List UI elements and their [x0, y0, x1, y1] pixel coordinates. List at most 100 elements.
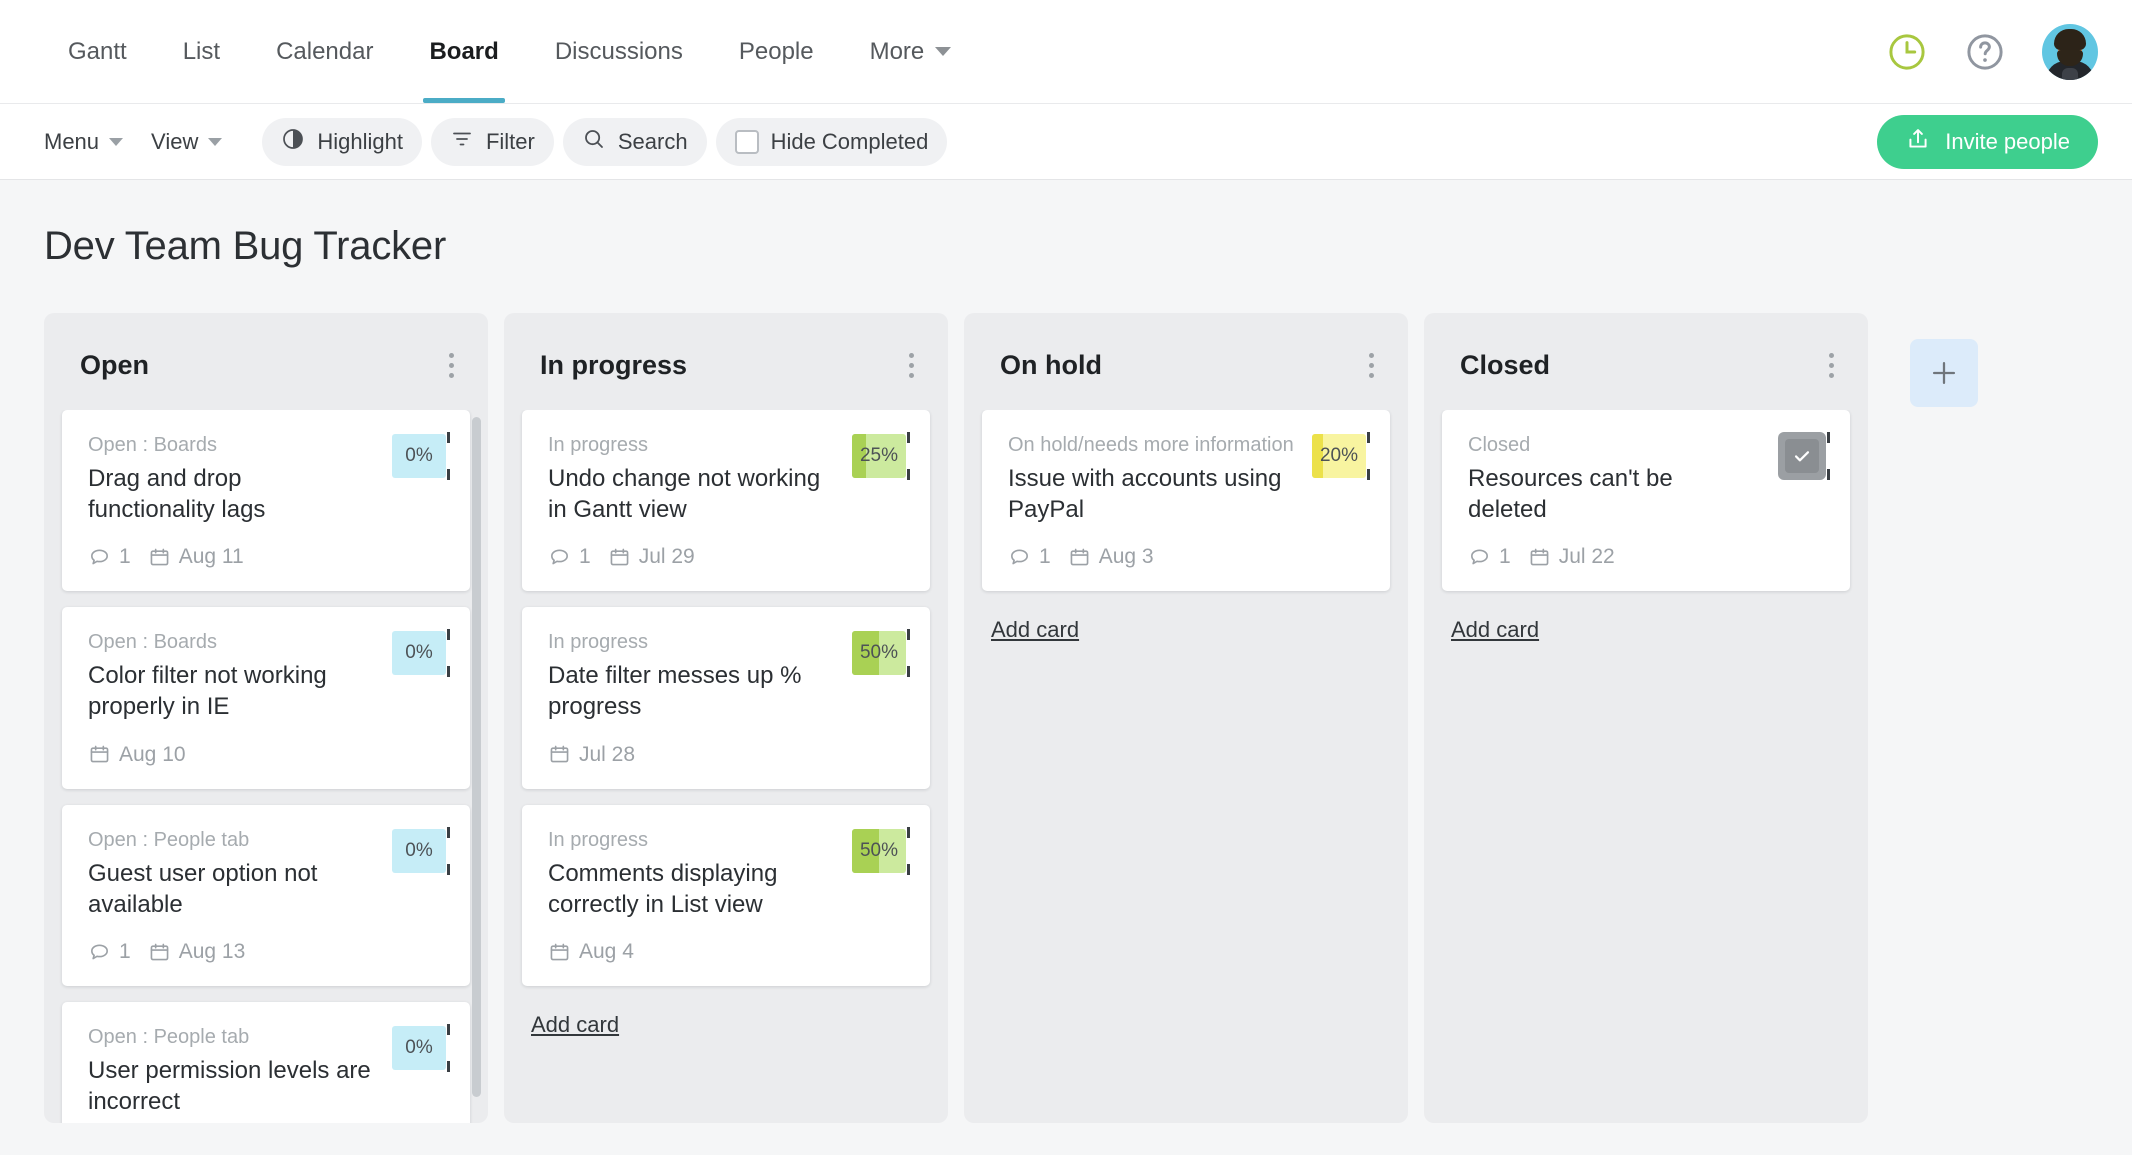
- page-title: Dev Team Bug Tracker: [44, 224, 2132, 269]
- card-title: Guest user option not available: [88, 859, 444, 920]
- progress-badge[interactable]: 0%: [392, 631, 446, 675]
- board-area: Dev Team Bug Tracker Open 0%Open : Boards…: [0, 180, 2132, 1123]
- card-title: Issue with accounts using PayPal: [1008, 464, 1364, 525]
- nav-tab-label: List: [183, 38, 220, 66]
- board-card[interactable]: 50%In progress Comments displaying correc…: [522, 805, 930, 986]
- card-meta-row: Aug 4: [548, 940, 904, 964]
- highlight-label: Highlight: [317, 129, 403, 155]
- progress-badge[interactable]: 20%: [1312, 434, 1366, 478]
- add-column-button[interactable]: [1910, 339, 1978, 407]
- column-menu-icon[interactable]: [1821, 347, 1842, 384]
- card-due-date: Jul 29: [608, 545, 695, 569]
- column-header: Open: [44, 313, 488, 410]
- column-menu-icon[interactable]: [441, 347, 462, 384]
- board-card[interactable]: 0%Open : People tabUser permission level…: [62, 1002, 470, 1123]
- card-due-date: Jul 22: [1528, 545, 1615, 569]
- board-card[interactable]: 0%Open : BoardsColor filter not working …: [62, 607, 470, 788]
- board-column: ClosedClosedResources can't be deleted1J…: [1424, 313, 1868, 1123]
- completed-checkbox-badge[interactable]: [1778, 432, 1826, 480]
- progress-badge-label: 0%: [405, 1037, 432, 1059]
- column-card-list: 0%Open : BoardsDrag and drop functionali…: [44, 410, 488, 1123]
- card-title: Undo change not working in Gantt view: [548, 464, 904, 525]
- card-comment-value: 1: [119, 940, 131, 964]
- hide-completed-checkbox[interactable]: [735, 130, 759, 154]
- column-menu-icon[interactable]: [1361, 347, 1382, 384]
- hide-completed-toggle[interactable]: Hide Completed: [716, 118, 948, 166]
- card-title: Resources can't be deleted: [1468, 464, 1824, 525]
- card-status-label: In progress: [548, 829, 904, 852]
- card-meta-row: Aug 10: [88, 743, 444, 767]
- column-scrollbar[interactable]: [472, 417, 481, 1097]
- badge-tick-marks: [907, 827, 910, 875]
- check-icon: [1785, 439, 1819, 473]
- progress-badge[interactable]: 0%: [392, 829, 446, 873]
- progress-badge-label: 0%: [405, 840, 432, 862]
- nav-tab-people[interactable]: People: [711, 0, 842, 103]
- progress-badge[interactable]: 25%: [852, 434, 906, 478]
- card-status-label: In progress: [548, 434, 904, 457]
- nav-tab-calendar[interactable]: Calendar: [248, 0, 401, 103]
- nav-tab-list[interactable]: List: [155, 0, 248, 103]
- card-title: Date filter messes up % progress: [548, 661, 904, 722]
- nav-tab-gantt[interactable]: Gantt: [40, 0, 155, 103]
- board-card[interactable]: 0%Open : People tabGuest user option not…: [62, 805, 470, 986]
- nav-tab-label: Gantt: [68, 38, 127, 66]
- progress-badge[interactable]: 50%: [852, 631, 906, 675]
- clock-icon[interactable]: [1886, 31, 1928, 73]
- column-title: Open: [80, 350, 149, 381]
- board-card[interactable]: ClosedResources can't be deleted1Jul 22: [1442, 410, 1850, 591]
- nav-tab-discussions[interactable]: Discussions: [527, 0, 711, 103]
- nav-tab-more[interactable]: More: [842, 0, 980, 103]
- card-meta-row: Jul 28: [548, 743, 904, 767]
- avatar[interactable]: [2042, 24, 2098, 80]
- invite-people-label: Invite people: [1945, 129, 2070, 155]
- column-card-list: 20%On hold/needs more informationIssue w…: [964, 410, 1408, 1123]
- progress-badge[interactable]: 50%: [852, 829, 906, 873]
- avatar-collar: [2062, 68, 2078, 80]
- card-title: Comments displaying correctly in List vi…: [548, 859, 904, 920]
- card-date-value: Aug 13: [179, 940, 246, 964]
- card-comment-count: 1: [1008, 545, 1051, 569]
- column-header: In progress: [504, 313, 948, 410]
- add-card-link[interactable]: Add card: [991, 617, 1079, 643]
- progress-badge-label: 20%: [1320, 445, 1358, 467]
- progress-badge[interactable]: 0%: [392, 434, 446, 478]
- nav-tab-board[interactable]: Board: [401, 0, 526, 103]
- board-card[interactable]: 50%In progressDate filter messes up % pr…: [522, 607, 930, 788]
- card-due-date: Aug 10: [88, 743, 186, 767]
- menu-dropdown[interactable]: Menu: [30, 119, 137, 165]
- card-date-value: Aug 3: [1099, 545, 1154, 569]
- card-meta-row: 1 Aug 11: [88, 545, 444, 569]
- column-card-list: ClosedResources can't be deleted1Jul 22 A…: [1424, 410, 1868, 1123]
- badge-tick-marks: [447, 1024, 450, 1072]
- filter-button[interactable]: Filter: [431, 118, 554, 166]
- board-columns: Open 0%Open : BoardsDrag and drop functio…: [44, 313, 2132, 1123]
- board-card[interactable]: 20%On hold/needs more informationIssue w…: [982, 410, 1390, 591]
- card-due-date: Aug 11: [148, 545, 244, 569]
- chevron-down-icon: [109, 138, 123, 146]
- search-label: Search: [618, 129, 688, 155]
- view-label: View: [151, 129, 198, 155]
- progress-badge-label: 0%: [405, 642, 432, 664]
- card-comment-value: 1: [1039, 545, 1051, 569]
- card-date-value: Aug 11: [179, 545, 244, 569]
- chevron-down-icon: [935, 47, 951, 56]
- progress-badge[interactable]: 0%: [392, 1026, 446, 1070]
- help-icon[interactable]: [1964, 31, 2006, 73]
- column-card-list: 25%In progressUndo change not working in…: [504, 410, 948, 1123]
- add-card-link[interactable]: Add card: [531, 1012, 619, 1038]
- card-date-value: Aug 10: [119, 743, 186, 767]
- chevron-down-icon: [208, 138, 222, 146]
- highlight-button[interactable]: Highlight: [262, 118, 422, 166]
- invite-people-button[interactable]: Invite people: [1877, 115, 2098, 169]
- card-meta-row: 1 Aug 13: [88, 940, 444, 964]
- column-menu-icon[interactable]: [901, 347, 922, 384]
- view-dropdown[interactable]: View: [137, 119, 236, 165]
- search-button[interactable]: Search: [563, 118, 707, 166]
- board-card[interactable]: 25%In progress Undo change not working in…: [522, 410, 930, 591]
- nav-tab-label: Board: [429, 38, 498, 66]
- board-column: On hold20%On hold/needs more information…: [964, 313, 1408, 1123]
- card-comment-count: 1: [88, 545, 131, 569]
- board-card[interactable]: 0%Open : BoardsDrag and drop functionali…: [62, 410, 470, 591]
- add-card-link[interactable]: Add card: [1451, 617, 1539, 643]
